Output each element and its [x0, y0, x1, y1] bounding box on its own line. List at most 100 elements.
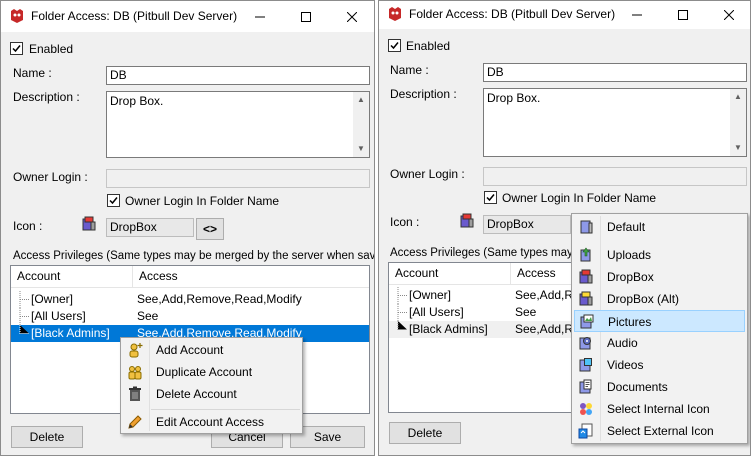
title-bar[interactable]: Folder Access: DB (Pitbull Dev Server) — [1, 1, 374, 32]
minimize-button[interactable] — [237, 1, 283, 32]
owner-in-folder-checkbox[interactable] — [107, 194, 120, 207]
menu-item-label: Uploads — [607, 248, 652, 262]
name-field[interactable]: DB — [483, 63, 747, 82]
description-label: Description : — [390, 87, 457, 101]
dropbox-folder-icon — [82, 216, 96, 231]
access-cell: See — [137, 309, 159, 323]
account-cell: [Black Admins] — [409, 322, 488, 336]
column-account[interactable]: Account — [11, 266, 132, 287]
menu-item-label: Select Internal Icon — [607, 402, 710, 416]
menu-item-audio[interactable]: Audio — [574, 332, 745, 354]
menu-item-label: Edit Account Access — [156, 415, 265, 429]
title-bar[interactable]: Folder Access: DB (Pitbull Dev Server) — [379, 1, 750, 29]
tree-line-icon — [397, 304, 407, 321]
maximize-button[interactable] — [660, 1, 706, 29]
window-title: Folder Access: DB (Pitbull Dev Server) — [31, 9, 238, 23]
add-user-icon — [129, 343, 143, 358]
icon-label: Icon : — [13, 219, 43, 233]
description-scrollbar[interactable]: ▲ ▼ — [353, 92, 369, 157]
description-scrollbar[interactable]: ▲ ▼ — [730, 89, 746, 156]
menu-item-default[interactable]: Default — [574, 216, 745, 238]
maximize-icon — [678, 10, 688, 20]
owner-in-folder-checkbox[interactable] — [484, 191, 497, 204]
folder-access-window-right: Folder Access: DB (Pitbull Dev Server) E… — [378, 0, 751, 456]
column-access[interactable]: Access — [133, 266, 333, 287]
folder-uploads-icon — [580, 247, 591, 262]
menu-item-label: Duplicate Account — [156, 365, 253, 379]
icon-field: DropBox — [483, 215, 571, 234]
pencil-icon — [128, 415, 142, 429]
menu-item-dropbox[interactable]: DropBox — [574, 266, 745, 288]
scroll-up-icon[interactable]: ▲ — [730, 89, 746, 105]
menu-item-uploads[interactable]: Uploads — [574, 244, 745, 266]
scroll-up-icon[interactable]: ▲ — [353, 92, 369, 108]
tree-line-icon — [19, 308, 29, 325]
app-icon — [389, 7, 401, 21]
maximize-icon — [301, 11, 311, 22]
dropbox-folder-icon — [460, 213, 474, 228]
internal-icon — [580, 403, 592, 415]
menu-item-label: Audio — [607, 336, 638, 350]
menu-item-delete-account[interactable]: Delete Account — [123, 383, 300, 405]
menu-item-pictures[interactable]: Pictures — [574, 310, 745, 332]
account-cell: [All Users] — [409, 305, 464, 319]
checkmark-icon — [12, 45, 21, 53]
delete-button[interactable]: Delete — [11, 426, 83, 448]
folder-default-icon — [580, 220, 593, 234]
scroll-down-icon[interactable]: ▼ — [353, 141, 369, 157]
close-button[interactable] — [329, 1, 374, 32]
description-label: Description : — [13, 90, 80, 104]
delete-button[interactable]: Delete — [389, 422, 461, 444]
minimize-button[interactable] — [614, 1, 660, 29]
external-icon — [578, 423, 593, 439]
enabled-label: Enabled — [406, 39, 451, 53]
minimize-icon — [632, 14, 642, 16]
owner-login-label: Owner Login : — [390, 167, 465, 181]
description-field[interactable]: Drop Box. ▲ ▼ — [106, 91, 370, 158]
menu-item-select-internal-icon[interactable]: Select Internal Icon — [574, 398, 745, 420]
menu-item-duplicate-account[interactable]: Duplicate Account — [123, 361, 300, 383]
account-cell: [Owner] — [409, 288, 452, 302]
account-cell: [Owner] — [31, 292, 74, 306]
menu-item-documents[interactable]: Documents — [574, 376, 745, 398]
menu-separator — [151, 409, 300, 410]
description-field[interactable]: Drop Box. ▲ ▼ — [483, 88, 747, 157]
table-row[interactable]: [Owner] See,Add,Remove,Read,Modify — [11, 291, 369, 308]
access-cell: See,Add,Remove,Read,Modify — [137, 292, 302, 306]
menu-item-edit-account-access[interactable]: Edit Account Access — [123, 411, 300, 433]
menu-item-label: Documents — [607, 380, 668, 394]
tree-line-icon — [19, 325, 29, 334]
enabled-checkbox[interactable] — [10, 42, 23, 55]
menu-item-dropbox-alt[interactable]: DropBox (Alt) — [574, 288, 745, 310]
window-title: Folder Access: DB (Pitbull Dev Server) — [409, 7, 616, 21]
name-label: Name : — [13, 66, 52, 80]
menu-item-add-account[interactable]: Add Account — [123, 339, 300, 361]
menu-item-label: DropBox — [607, 270, 654, 284]
enabled-checkbox[interactable] — [388, 39, 401, 52]
name-field[interactable]: DB — [106, 66, 370, 85]
app-icon — [11, 9, 23, 23]
trash-icon — [129, 386, 141, 401]
access-privileges-label: Access Privileges (Same types may be — [390, 247, 589, 259]
column-account[interactable]: Account — [389, 263, 510, 284]
folder-access-window-left: Folder Access: DB (Pitbull Dev Server) E… — [0, 0, 375, 456]
account-cell: [All Users] — [31, 309, 86, 323]
folder-pictures-icon — [580, 314, 594, 329]
icon-picker-button[interactable]: <> — [196, 218, 224, 240]
menu-item-label: Add Account — [156, 343, 224, 357]
menu-item-videos[interactable]: Videos — [574, 354, 745, 376]
account-cell: [Black Admins] — [31, 326, 110, 340]
close-icon — [347, 11, 357, 22]
scroll-down-icon[interactable]: ▼ — [730, 140, 746, 156]
menu-item-select-external-icon[interactable]: Select External Icon — [574, 420, 745, 442]
folder-documents-icon — [579, 379, 592, 394]
close-icon — [724, 10, 734, 20]
close-button[interactable] — [706, 1, 750, 29]
enabled-label: Enabled — [29, 42, 74, 56]
table-row[interactable]: [All Users] See — [11, 308, 369, 325]
icon-field: DropBox — [106, 218, 194, 237]
menu-item-label: Pictures — [608, 315, 652, 329]
account-context-menu: Add Account Duplicate Account Delete Acc… — [120, 337, 303, 434]
access-cell: See,Add,Re — [515, 288, 580, 302]
maximize-button[interactable] — [283, 1, 329, 32]
